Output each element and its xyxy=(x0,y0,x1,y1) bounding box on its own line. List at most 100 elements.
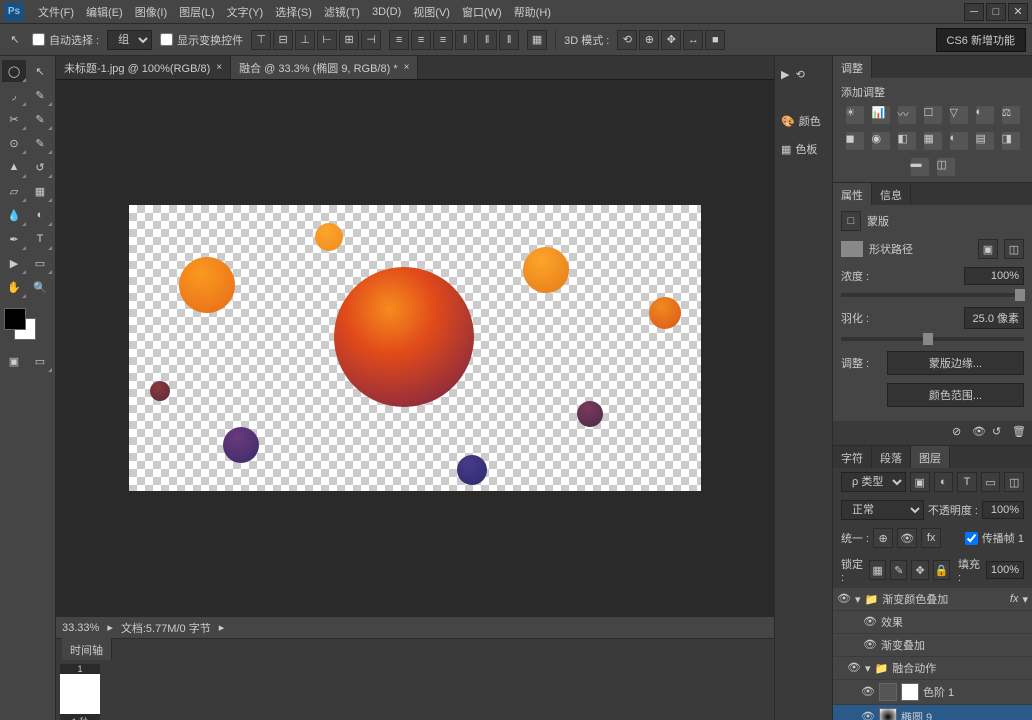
align-bottom-icon[interactable]: ⊥ xyxy=(295,30,315,50)
filter-shape-icon[interactable]: ▭ xyxy=(981,472,1001,492)
brightness-icon[interactable]: ☀ xyxy=(846,106,864,124)
marquee-tool[interactable]: ◯ xyxy=(2,60,26,82)
screenmode-tool[interactable]: ▭ xyxy=(28,350,52,372)
eraser-tool[interactable]: ▱ xyxy=(2,180,26,202)
workspace-select[interactable]: CS6 新增功能 xyxy=(936,28,1026,52)
dist-hcenter-icon[interactable]: ‖ xyxy=(477,30,497,50)
fg-color-swatch[interactable] xyxy=(4,308,26,330)
fill-input[interactable]: 100% xyxy=(986,561,1024,579)
menu-file[interactable]: 文件(F) xyxy=(32,1,80,23)
close-button[interactable]: ✕ xyxy=(1008,3,1028,21)
selective-icon[interactable]: ◫ xyxy=(937,158,955,176)
menu-type[interactable]: 文字(Y) xyxy=(221,1,270,23)
color-swatches[interactable] xyxy=(2,306,53,346)
hand-tool[interactable]: ✋ xyxy=(2,276,26,298)
blend-mode-select[interactable]: 正常 xyxy=(841,500,924,520)
canvas[interactable] xyxy=(129,205,701,491)
layer-row-gradient-overlay-group[interactable]: 👁 ▾ 📁 渐变颜色叠加 fx ▾ xyxy=(833,588,1032,611)
vibrance-icon[interactable]: ▽ xyxy=(950,106,968,124)
exposure-icon[interactable]: ☐ xyxy=(924,106,942,124)
align-hcenter-icon[interactable]: ⊞ xyxy=(339,30,359,50)
adjustments-tab[interactable]: 调整 xyxy=(833,56,872,78)
unify-visibility-icon[interactable]: 👁 xyxy=(897,528,917,548)
filter-type-icon[interactable]: T xyxy=(957,472,977,492)
3d-pan-icon[interactable]: ✥ xyxy=(661,30,681,50)
3d-roll-icon[interactable]: ⊕ xyxy=(639,30,659,50)
menu-help[interactable]: 帮助(H) xyxy=(508,1,557,23)
play-icon[interactable]: ▶ ⟲ xyxy=(779,62,828,87)
3d-slide-icon[interactable]: ↔ xyxy=(683,30,703,50)
minimize-button[interactable]: ─ xyxy=(964,3,984,21)
close-icon[interactable]: × xyxy=(216,62,222,73)
menu-image[interactable]: 图像(I) xyxy=(129,1,173,23)
feather-input[interactable]: 25.0 像素 xyxy=(964,307,1024,329)
colorbalance-icon[interactable]: ⚖ xyxy=(1002,106,1020,124)
collapse-icon[interactable]: ▾ xyxy=(865,662,871,675)
propagate-checkbox[interactable] xyxy=(965,532,978,545)
dist-left-icon[interactable]: ‖ xyxy=(455,30,475,50)
doc-info-arrow-icon[interactable]: ▸ xyxy=(219,621,225,634)
properties-tab[interactable]: 属性 xyxy=(833,183,872,205)
doc-tab-1[interactable]: 未标题-1.jpg @ 100%(RGB/8)× xyxy=(56,56,231,79)
unify-position-icon[interactable]: ⊕ xyxy=(873,528,893,548)
mask-icon[interactable]: □ xyxy=(841,211,861,231)
gradient-tool[interactable]: ▦ xyxy=(28,180,52,202)
colorlookup-icon[interactable]: ▦ xyxy=(924,132,942,150)
photofilter-icon[interactable]: ◉ xyxy=(872,132,890,150)
type-tool[interactable]: T xyxy=(28,228,52,250)
layer-row-effects[interactable]: 👁 效果 xyxy=(833,611,1032,634)
history-brush-tool[interactable]: ↺ xyxy=(28,156,52,178)
crop-tool[interactable]: ✂ xyxy=(2,108,26,130)
levels-icon[interactable]: 📊 xyxy=(872,106,890,124)
filter-adjust-icon[interactable]: ◐ xyxy=(934,472,954,492)
curves-icon[interactable]: 〰 xyxy=(898,106,916,124)
hue-icon[interactable]: ◐ xyxy=(976,106,994,124)
auto-select-mode-select[interactable]: 组 xyxy=(107,30,152,50)
3d-scale-icon[interactable]: ■ xyxy=(705,30,725,50)
dist-vcenter-icon[interactable]: ≡ xyxy=(411,30,431,50)
menu-edit[interactable]: 编辑(E) xyxy=(80,1,129,23)
trash-icon[interactable]: 🗑 xyxy=(1012,425,1028,441)
visibility-icon[interactable]: 👁 xyxy=(861,685,875,699)
menu-filter[interactable]: 滤镜(T) xyxy=(318,1,366,23)
visibility-icon[interactable]: 👁 xyxy=(837,592,851,606)
threshold-icon[interactable]: ◨ xyxy=(1002,132,1020,150)
shape-tool[interactable]: ▭ xyxy=(28,252,52,274)
density-input[interactable]: 100% xyxy=(964,267,1024,285)
move-tool[interactable]: ↖ xyxy=(28,60,52,82)
zoom-tool[interactable]: 🔍 xyxy=(28,276,52,298)
lock-trans-icon[interactable]: ▦ xyxy=(869,560,886,580)
lock-paint-icon[interactable]: ✎ xyxy=(890,560,907,580)
posterize-icon[interactable]: ▤ xyxy=(976,132,994,150)
layer-filter-select[interactable]: ρ 类型 xyxy=(841,472,906,492)
paragraph-tab[interactable]: 段落 xyxy=(872,446,911,468)
visibility-icon[interactable]: 👁 xyxy=(847,661,861,675)
3d-rotate-icon[interactable]: ⟲ xyxy=(617,30,637,50)
pixel-mask-icon[interactable]: ▣ xyxy=(978,239,998,259)
feather-slider[interactable] xyxy=(841,337,1024,341)
density-slider[interactable] xyxy=(841,293,1024,297)
dist-bottom-icon[interactable]: ≡ xyxy=(433,30,453,50)
lock-all-icon[interactable]: 🔒 xyxy=(933,560,950,580)
opacity-input[interactable]: 100% xyxy=(982,501,1024,519)
gradientmap-icon[interactable]: ▬ xyxy=(911,158,929,176)
frame-delay[interactable]: 1 秒 xyxy=(60,714,100,720)
layer-row-levels[interactable]: 👁 色阶 1 xyxy=(833,680,1032,705)
visibility-icon[interactable]: 👁 xyxy=(861,710,875,720)
color-range-button[interactable]: 颜色范围... xyxy=(887,383,1024,407)
maximize-button[interactable]: □ xyxy=(986,3,1006,21)
timeline-tab[interactable]: 时间轴 xyxy=(62,638,112,662)
brush-tool[interactable]: ✎ xyxy=(28,132,52,154)
blur-tool[interactable]: 💧 xyxy=(2,204,26,226)
zoom-level[interactable]: 33.33% xyxy=(62,622,99,634)
info-tab[interactable]: 信息 xyxy=(872,183,911,205)
menu-view[interactable]: 视图(V) xyxy=(407,1,456,23)
collapse-icon[interactable]: ▾ xyxy=(855,593,861,606)
channelmixer-icon[interactable]: ◧ xyxy=(898,132,916,150)
layers-tab[interactable]: 图层 xyxy=(911,446,950,468)
auto-select-checkbox[interactable] xyxy=(32,33,45,46)
visibility-icon[interactable]: 👁 xyxy=(863,615,877,629)
bw-icon[interactable]: ◼ xyxy=(846,132,864,150)
align-right-icon[interactable]: ⊣ xyxy=(361,30,381,50)
doc-tab-2[interactable]: 融合 @ 33.3% (椭圆 9, RGB/8) *× xyxy=(231,56,418,79)
